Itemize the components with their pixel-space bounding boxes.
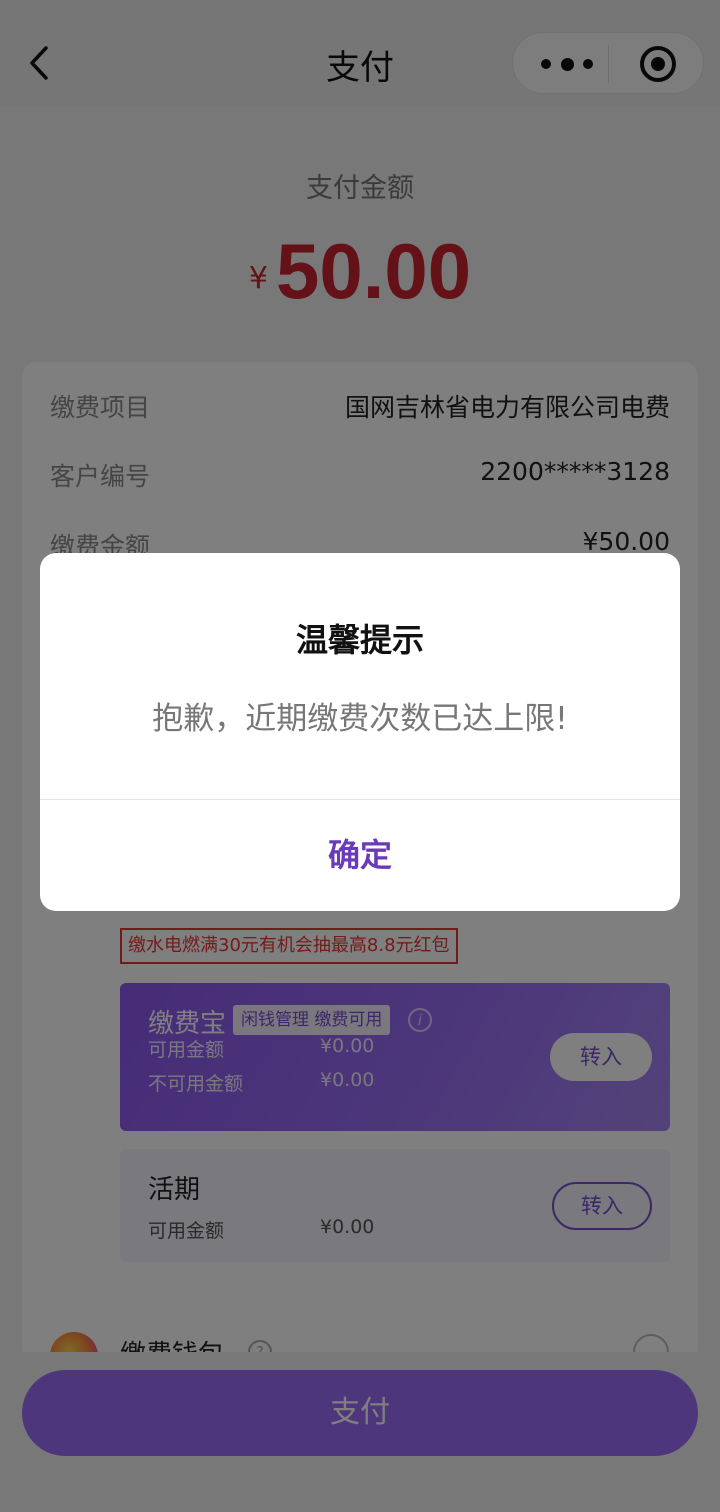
dialog-message: 抱歉，近期缴费次数已达上限! <box>152 701 568 737</box>
alert-dialog: 温馨提示 抱歉，近期缴费次数已达上限! 确定 <box>40 553 680 911</box>
dialog-title: 温馨提示 <box>295 621 424 659</box>
confirm-button[interactable]: 确定 <box>40 800 680 911</box>
